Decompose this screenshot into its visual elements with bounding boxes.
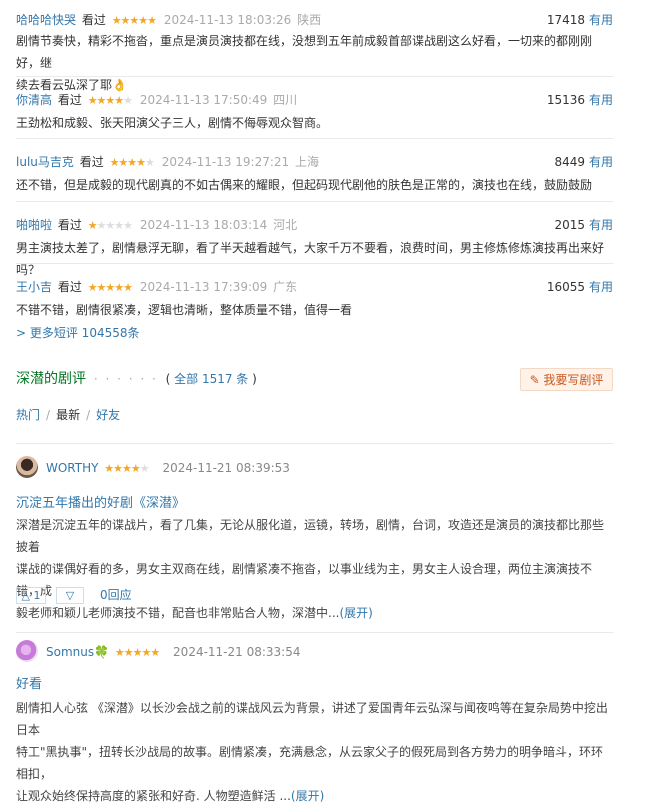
review-excerpt: 剧情扣人心弦 《深潜》以长沙会战之前的谍战风云为背景，讲述了爱国青年云弘深与闻夜… (16, 701, 608, 803)
review-sort-tabs: 热门 / 最新 / 好友 (16, 406, 120, 423)
useful-button[interactable]: 有用 (589, 217, 613, 233)
divider (16, 443, 613, 444)
reply-link[interactable]: 0回应 (100, 588, 132, 602)
all-reviews-link[interactable]: 全部 1517 条 (174, 372, 248, 386)
review-title-link[interactable]: 好看 (16, 673, 42, 692)
useful-button[interactable]: 有用 (589, 12, 613, 28)
rating-stars: ★★★★★ (87, 219, 133, 232)
useful-button[interactable]: 有用 (589, 154, 613, 170)
short-comment: 哈哈哈快哭 看过 ★★★★★ 2024-11-13 18:03:26 陕西 17… (16, 0, 613, 92)
comments-panel: 哈哈哈快哭 看过 ★★★★★ 2024-11-13 18:03:26 陕西 17… (16, 0, 613, 803)
short-comment: 啪啪啦 看过 ★★★★★ 2024-11-13 18:03:14 河北 2015… (16, 202, 613, 277)
review-user-link[interactable]: Somnus (46, 645, 94, 659)
expand-link[interactable]: (展开) (291, 789, 324, 803)
watched-label: 看过 (57, 218, 82, 232)
reviews-header: 深潜的剧评 · · · · · · ( 全部 1517 条 ) ✎ 我要写剧评 (16, 368, 613, 392)
upvote-button[interactable]: △ 1 (16, 587, 46, 604)
rating-stars: ★★★★★ (87, 281, 133, 294)
tab-separator: / (46, 408, 51, 422)
review-user-link[interactable]: WORTHY (46, 461, 98, 475)
useful-button[interactable]: 有用 (589, 92, 613, 108)
downvote-button[interactable]: ▽ (56, 587, 84, 604)
short-comment: lulu马吉克 看过 ★★★★★ 2024-11-13 19:27:21 上海 … (16, 139, 613, 202)
avatar[interactable] (16, 640, 38, 662)
paren-open: ( (165, 372, 171, 386)
watched-label: 看过 (57, 93, 82, 107)
useful-button[interactable]: 有用 (589, 279, 613, 295)
comment-text: 不错不错，剧情很紧凑，逻辑也清晰，整体质量不错，值得一看 (16, 303, 353, 317)
short-comment: 你清高 看过 ★★★★★ 2024-11-13 17:50:49 四川 1513… (16, 77, 613, 139)
comment-user-link[interactable]: 啪啪啦 (16, 218, 52, 232)
vote-count: 8449 (554, 155, 585, 169)
comment-time: 2024-11-13 18:03:26 (163, 13, 292, 27)
comment-time: 2024-11-13 17:39:09 (139, 280, 268, 294)
tab-latest[interactable]: 最新 (56, 408, 80, 422)
expand-link[interactable]: (展开) (339, 606, 372, 620)
review-actions: △ 1 ▽ 0回应 (16, 586, 132, 604)
review-title-link[interactable]: 沉淀五年播出的好剧《深潜》 (16, 492, 185, 511)
vote-count: 2015 (554, 218, 585, 232)
comment-user-link[interactable]: lulu马吉克 (16, 155, 74, 169)
comment-text: 还不错，但是成毅的现代剧真的不如古偶来的耀眼，但起码现代剧他的肤色是正常的，演技… (16, 178, 593, 192)
write-review-button[interactable]: ✎ 我要写剧评 (520, 368, 613, 391)
rating-stars: ★★★★★ (87, 94, 133, 107)
comment-location: 四川 (273, 93, 298, 107)
comment-user-link[interactable]: 哈哈哈快哭 (16, 13, 76, 27)
rating-stars: ★★★★★ (111, 14, 157, 27)
comment-time: 2024-11-13 17:50:49 (139, 93, 268, 107)
title-dots: · · · · · · (93, 372, 158, 386)
paren-close: ) (252, 372, 257, 386)
rating-stars: ★★★★★ (104, 462, 149, 475)
short-comment: 王小吉 看过 ★★★★★ 2024-11-13 17:39:09 广东 1605… (16, 264, 613, 320)
review-excerpt: 深潜是沉淀五年的谍战片，看了几集，无论从服化道，运镜，转场，剧情，台词，攻造还是… (16, 518, 605, 620)
comment-time: 2024-11-13 19:27:21 (161, 155, 290, 169)
watched-label: 看过 (79, 155, 104, 169)
vote-count: 17418 (546, 13, 585, 27)
comment-time: 2024-11-13 18:03:14 (139, 218, 268, 232)
more-short-comments-link[interactable]: > 更多短评 104558条 (16, 324, 140, 341)
comment-user-link[interactable]: 王小吉 (16, 280, 52, 294)
comment-location: 河北 (273, 218, 298, 232)
avatar[interactable] (16, 456, 38, 478)
vote-count: 16055 (546, 280, 585, 294)
comment-text: 王劲松和成毅、张天阳演父子三人，剧情不侮辱观众智商。 (16, 116, 329, 130)
review-item: Somnus🍀 ★★★★★ 2024-11-21 08:33:54 好看 剧情扣… (16, 640, 613, 803)
tab-friends[interactable]: 好友 (96, 408, 120, 422)
review-date: 2024-11-21 08:33:54 (173, 645, 301, 659)
rating-stars: ★★★★★ (114, 646, 160, 659)
rating-stars: ★★★★★ (109, 156, 155, 169)
reviews-title: 深潜的剧评 (16, 371, 86, 387)
comment-user-link[interactable]: 你清高 (16, 93, 52, 107)
comment-location: 上海 (295, 155, 320, 169)
comment-location: 广东 (273, 280, 298, 294)
vote-count: 15136 (546, 93, 585, 107)
comment-location: 陕西 (297, 13, 322, 27)
review-item: WORTHY ★★★★★ 2024-11-21 08:39:53 沉淀五年播出的… (16, 456, 613, 633)
review-date: 2024-11-21 08:39:53 (162, 461, 290, 475)
tab-hot[interactable]: 热门 (16, 408, 40, 422)
clover-badge-icon: 🍀 (94, 645, 110, 659)
watched-label: 看过 (81, 13, 106, 27)
watched-label: 看过 (57, 280, 82, 294)
tab-separator: / (86, 408, 91, 422)
